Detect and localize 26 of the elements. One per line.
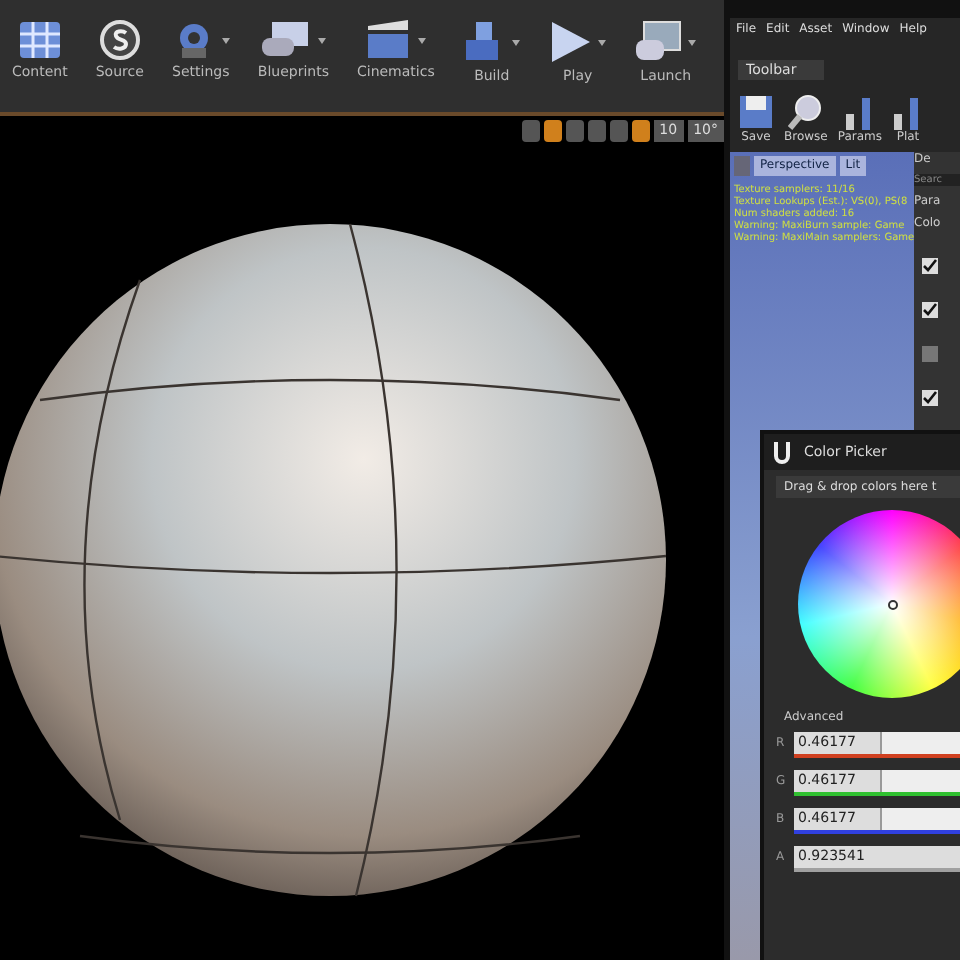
source-icon bbox=[99, 20, 140, 60]
viewport-toggle[interactable] bbox=[543, 120, 562, 142]
bar-chart-icon bbox=[892, 94, 924, 130]
checkbox[interactable] bbox=[922, 302, 938, 318]
viewport-toggle[interactable] bbox=[565, 120, 584, 142]
checkbox[interactable] bbox=[922, 390, 938, 406]
clapper-icon bbox=[364, 20, 413, 60]
play-icon bbox=[548, 20, 593, 64]
search-icon bbox=[787, 94, 824, 130]
caret-icon bbox=[598, 39, 607, 45]
viewport-toggle[interactable] bbox=[609, 120, 628, 142]
viewport-toggle[interactable] bbox=[631, 120, 650, 142]
caret-icon bbox=[418, 37, 427, 43]
viewport-toggle[interactable] bbox=[587, 120, 606, 142]
caret-icon bbox=[512, 39, 521, 45]
checkbox[interactable] bbox=[922, 258, 938, 274]
controller-icon bbox=[260, 20, 313, 60]
monitor-icon bbox=[634, 20, 683, 64]
grid-icon bbox=[17, 20, 62, 60]
bar-chart-icon bbox=[843, 94, 876, 130]
checkbox[interactable] bbox=[922, 346, 938, 362]
logo-icon bbox=[772, 440, 792, 464]
caret-icon bbox=[688, 39, 697, 45]
viewport-toggle[interactable] bbox=[521, 120, 540, 142]
caret-icon bbox=[221, 37, 230, 43]
caret-icon bbox=[318, 37, 327, 43]
